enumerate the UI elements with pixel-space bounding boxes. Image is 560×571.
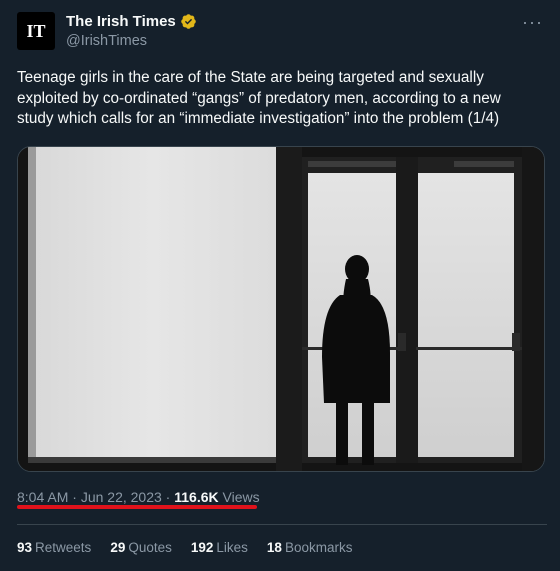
likes-stat[interactable]: 192 Likes — [191, 540, 248, 555]
tweet-header: IT The Irish Times @IrishTimes ··· — [17, 12, 547, 52]
engagement-stats: 93 Retweets 29 Quotes 192 Likes 18 Bookmarks — [17, 540, 371, 555]
views-count: 116.6K — [174, 489, 219, 505]
quotes-label: Quotes — [128, 540, 172, 555]
tweet-date[interactable]: Jun 22, 2023 — [81, 489, 162, 505]
quotes-stat[interactable]: 29 Quotes — [110, 540, 172, 555]
meta-separator: · — [161, 489, 175, 505]
bookmarks-stat[interactable]: 18 Bookmarks — [267, 540, 353, 555]
divider — [17, 524, 547, 525]
verified-badge-icon — [181, 14, 196, 29]
likes-count: 192 — [190, 540, 214, 555]
tweet-time[interactable]: 8:04 AM — [17, 489, 68, 505]
tweet-meta: 8:04 AM · Jun 22, 2023 · 116.6K Views — [17, 489, 260, 505]
avatar-logo-text: IT — [26, 20, 46, 41]
photo-girl-at-window — [18, 147, 544, 471]
name-row: The Irish Times — [66, 13, 197, 30]
retweets-label: Retweets — [35, 540, 92, 555]
tweet-photo[interactable] — [17, 146, 545, 472]
display-name[interactable]: The Irish Times — [66, 13, 176, 30]
retweets-stat[interactable]: 93 Retweets — [17, 540, 91, 555]
avatar[interactable]: IT — [17, 12, 55, 50]
user-handle[interactable]: @IrishTimes — [66, 33, 147, 49]
tweet-text-line: study which calls for an “immediate inve… — [17, 110, 500, 127]
tweet-text-line: Teenage girls in the care of the State a… — [17, 69, 484, 86]
meta-separator: · — [68, 489, 81, 505]
red-highlight-underline — [17, 505, 257, 509]
likes-label: Likes — [216, 540, 248, 555]
tweet-text: Teenage girls in the care of the State a… — [17, 68, 537, 130]
more-options-icon[interactable]: ··· — [522, 12, 543, 33]
bookmarks-count: 18 — [266, 540, 282, 555]
tweet-text-line: exploited by co-ordinated “gangs” of pre… — [17, 89, 501, 107]
bookmarks-label: Bookmarks — [284, 540, 353, 555]
quotes-count: 29 — [110, 540, 126, 555]
views-label: Views — [218, 489, 260, 505]
retweets-count: 93 — [17, 540, 33, 555]
